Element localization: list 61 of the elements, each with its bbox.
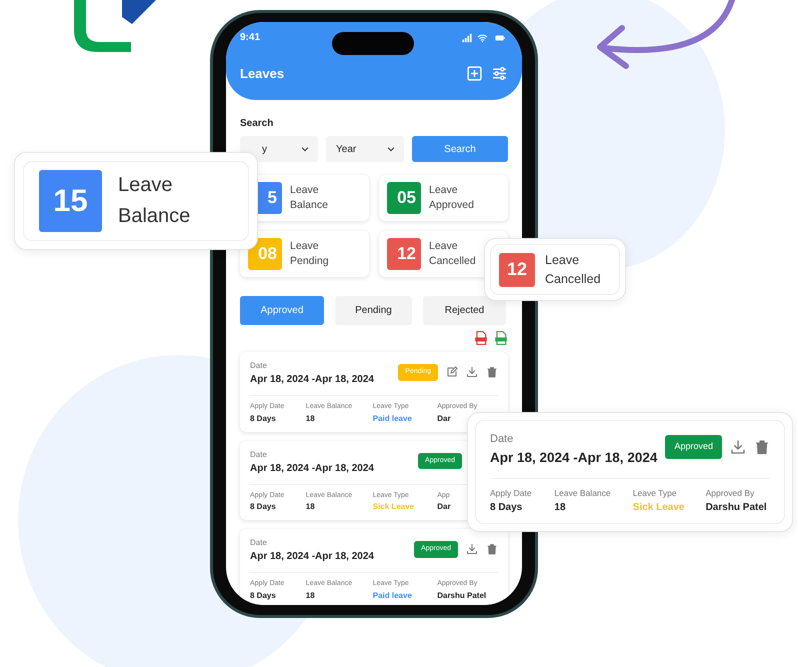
field-value: 8 Days [250,412,276,424]
stat-label: Leave Cancelled [429,239,476,269]
date-range: Apr 18, 2024 -Apr 18, 2024 [250,550,374,564]
date-range: Apr 18, 2024 -Apr 18, 2024 [490,448,658,467]
field-label: Leave Type [632,486,677,500]
trash-icon[interactable] [754,438,770,455]
tab[interactable]: Pending [335,296,412,325]
year-dropdown[interactable]: Year [326,136,404,162]
field-value: 8 Days [250,501,276,513]
field-value: Sick Leave [372,501,414,513]
field-value: 18 [554,500,566,514]
field-value: 18 [306,590,315,602]
file-icon[interactable] [494,331,508,345]
stat-label: Leave Balance [118,173,190,229]
stat-value: 05 [387,182,421,214]
field-value: 8 Days [250,590,276,602]
sliders-icon[interactable] [491,65,508,82]
date-range: Apr 18, 2024 -Apr 18, 2024 [250,462,374,476]
stat-value: 15 [39,170,102,232]
field-value: 18 [306,412,315,424]
field-value: Dar [437,412,451,424]
field-label: Leave Balance [554,486,611,500]
date-label: Date [250,537,268,549]
download-icon[interactable] [730,438,746,455]
stat-label: Leave Pending [290,239,329,269]
stat-label: Leave Cancelled [545,252,601,288]
field-label: Apply Date [490,486,532,500]
file-icon[interactable] [474,331,488,345]
edit-icon[interactable] [446,366,458,378]
download-icon[interactable] [466,543,478,556]
date-label: Date [490,432,514,447]
trash-icon[interactable] [486,366,498,378]
stat-value: 12 [499,252,535,286]
field-value: Dar [437,501,451,513]
trash-icon[interactable] [486,543,498,556]
stat-label: Leave Balance [290,183,328,213]
dropdown-value: y [262,142,267,156]
field-value: Darshu Patel [437,590,486,602]
add-icon[interactable] [466,65,483,82]
date-label: Date [250,360,268,372]
app-title: Leaves [240,65,284,83]
tab[interactable]: Rejected [423,296,506,325]
stat-value: 12 [387,238,421,270]
field-value: Sick Leave [632,500,684,514]
status-time: 9:41 [240,31,260,45]
field-value: Darshu Patel [706,500,767,514]
date-range: Apr 18, 2024 -Apr 18, 2024 [250,373,374,387]
wifi-icon [477,32,488,42]
month-dropdown[interactable]: y [240,136,318,162]
field-value: Paid leave [372,412,412,424]
stat-label: Leave Approved [429,183,474,213]
field-label: Approved By [706,486,754,500]
field-value: 18 [306,501,315,513]
search-label: Search [240,117,274,131]
dropdown-value: Year [336,142,356,156]
status-badge: Approved [665,435,722,458]
date-label: Date [250,448,268,460]
field-value: 8 Days [490,500,522,514]
download-icon[interactable] [466,366,478,378]
field-value: Paid leave [372,590,412,602]
signal-icon [461,32,473,42]
